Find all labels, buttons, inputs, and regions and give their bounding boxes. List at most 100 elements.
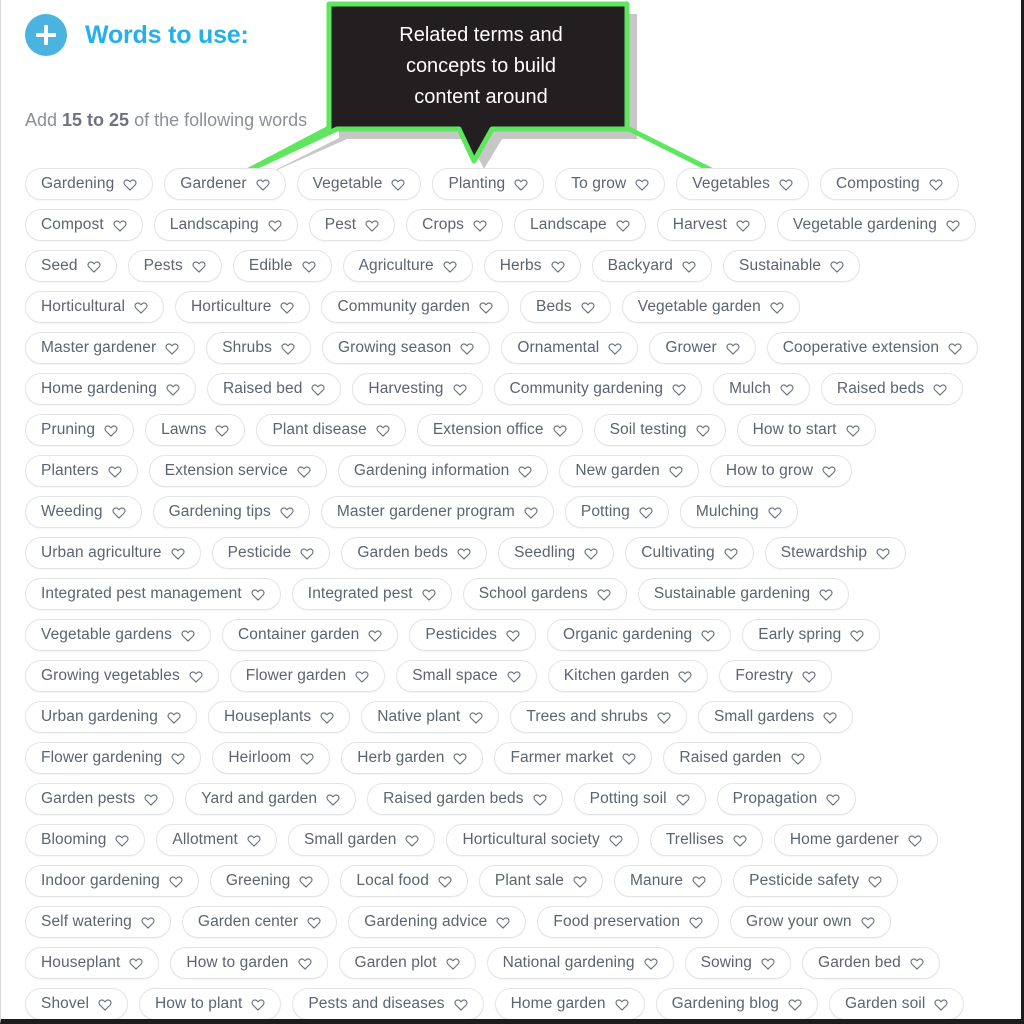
heart-outline-icon[interactable] <box>657 710 671 724</box>
heart-outline-icon[interactable] <box>376 423 390 437</box>
keyword-tag[interactable]: Garden bed <box>802 947 940 979</box>
keyword-tag[interactable]: Trellises <box>649 824 763 856</box>
heart-outline-icon[interactable] <box>933 382 947 396</box>
heart-outline-icon[interactable] <box>929 177 943 191</box>
keyword-tag[interactable]: Integrated pest <box>291 578 452 610</box>
heart-outline-icon[interactable] <box>946 218 960 232</box>
heart-outline-icon[interactable] <box>391 177 406 191</box>
keyword-tag[interactable]: Home gardening <box>25 373 196 405</box>
keyword-tag[interactable]: Landscape <box>514 209 646 241</box>
keyword-tag[interactable]: Gardening blog <box>655 988 819 1019</box>
heart-outline-icon[interactable] <box>446 956 460 970</box>
keyword-tag[interactable]: Container garden <box>221 619 399 651</box>
keyword-tag[interactable]: Beds <box>520 291 611 323</box>
keyword-tag[interactable]: Plant disease <box>256 414 406 446</box>
keyword-tag[interactable]: Organic gardening <box>547 619 732 651</box>
heart-outline-icon[interactable] <box>299 874 313 888</box>
keyword-tag[interactable]: Local food <box>340 865 468 897</box>
heart-outline-icon[interactable] <box>692 874 706 888</box>
keyword-tag[interactable]: Community garden <box>321 291 510 323</box>
keyword-tag[interactable]: Flower garden <box>229 660 386 692</box>
heart-outline-icon[interactable] <box>281 341 295 355</box>
heart-outline-icon[interactable] <box>268 218 282 232</box>
keyword-tag[interactable]: Composting <box>819 168 959 200</box>
keyword-tag[interactable]: Garden pests <box>25 783 175 815</box>
heart-outline-icon[interactable] <box>453 751 468 765</box>
keyword-tag[interactable]: How to start <box>736 414 876 446</box>
keyword-tag[interactable]: Kitchen garden <box>547 660 709 692</box>
heart-outline-icon[interactable] <box>192 259 206 273</box>
heart-outline-icon[interactable] <box>112 505 126 519</box>
keyword-tag[interactable]: Vegetable gardens <box>25 619 211 651</box>
heart-outline-icon[interactable] <box>876 546 890 560</box>
keyword-tag[interactable]: Ornamental <box>501 332 639 364</box>
heart-outline-icon[interactable] <box>87 259 101 273</box>
keyword-tag[interactable]: Growing season <box>321 332 491 364</box>
heart-outline-icon[interactable] <box>581 300 595 314</box>
keyword-tag[interactable]: Vegetable <box>296 168 422 200</box>
keyword-tag[interactable]: Gardener <box>164 168 286 200</box>
keyword-tag[interactable]: Herbs <box>483 250 581 282</box>
heart-outline-icon[interactable] <box>678 669 692 683</box>
keyword-tag[interactable]: Shovel <box>25 988 128 1019</box>
keyword-tag[interactable]: Vegetable garden <box>621 291 800 323</box>
heart-outline-icon[interactable] <box>469 710 483 724</box>
keyword-tag[interactable]: Grower <box>649 332 756 364</box>
keyword-tag[interactable]: Propagation <box>716 783 857 815</box>
heart-outline-icon[interactable] <box>850 628 864 642</box>
heart-outline-icon[interactable] <box>454 997 468 1011</box>
keyword-tag[interactable]: Vegetables <box>676 168 809 200</box>
keyword-tag[interactable]: Home garden <box>494 988 645 1019</box>
keyword-tag[interactable]: Cooperative extension <box>766 332 979 364</box>
heart-outline-icon[interactable] <box>307 915 321 929</box>
keyword-tag[interactable]: Greening <box>209 865 330 897</box>
keyword-tag[interactable]: Houseplant <box>25 947 160 979</box>
heart-outline-icon[interactable] <box>788 997 802 1011</box>
heart-outline-icon[interactable] <box>326 792 340 806</box>
keyword-tag[interactable]: Forestry <box>719 660 833 692</box>
heart-outline-icon[interactable] <box>616 218 630 232</box>
heart-outline-icon[interactable] <box>597 587 611 601</box>
keyword-tag[interactable]: Extension office <box>416 414 583 446</box>
heart-outline-icon[interactable] <box>802 669 816 683</box>
keyword-tag[interactable]: Farmer market <box>494 742 653 774</box>
keyword-tag[interactable]: Backyard <box>591 250 713 282</box>
keyword-tag[interactable]: Pest <box>308 209 396 241</box>
keyword-tag[interactable]: Flower gardening <box>25 742 202 774</box>
heart-outline-icon[interactable] <box>701 628 715 642</box>
keyword-tag[interactable]: How to garden <box>170 947 328 979</box>
heart-outline-icon[interactable] <box>280 505 294 519</box>
keyword-tag[interactable]: Agriculture <box>342 250 473 282</box>
keyword-tag[interactable]: Horticultural <box>25 291 164 323</box>
heart-outline-icon[interactable] <box>823 710 837 724</box>
heart-outline-icon[interactable] <box>689 915 703 929</box>
heart-outline-icon[interactable] <box>355 669 369 683</box>
heart-outline-icon[interactable] <box>819 587 833 601</box>
heart-outline-icon[interactable] <box>780 382 794 396</box>
keyword-tag[interactable]: Pests and diseases <box>292 988 484 1019</box>
heart-outline-icon[interactable] <box>573 874 587 888</box>
keyword-tag[interactable]: New garden <box>559 455 699 487</box>
heart-outline-icon[interactable] <box>141 915 155 929</box>
heart-outline-icon[interactable] <box>514 177 528 191</box>
heart-outline-icon[interactable] <box>551 259 565 273</box>
heart-outline-icon[interactable] <box>167 710 181 724</box>
heart-outline-icon[interactable] <box>300 751 314 765</box>
keyword-tag[interactable]: Urban gardening <box>25 701 197 733</box>
keyword-tag[interactable]: School gardens <box>462 578 627 610</box>
heart-outline-icon[interactable] <box>457 546 471 560</box>
keyword-tag[interactable]: Community gardening <box>493 373 703 405</box>
keyword-tag[interactable]: Food preservation <box>537 906 720 938</box>
heart-outline-icon[interactable] <box>123 177 137 191</box>
heart-outline-icon[interactable] <box>724 546 738 560</box>
heart-outline-icon[interactable] <box>910 956 924 970</box>
keyword-tag[interactable]: Planting <box>432 168 545 200</box>
heart-outline-icon[interactable] <box>247 833 261 847</box>
keyword-tag[interactable]: Small gardens <box>697 701 854 733</box>
keyword-tag[interactable]: Pesticide <box>211 537 331 569</box>
heart-outline-icon[interactable] <box>770 300 784 314</box>
heart-outline-icon[interactable] <box>134 300 148 314</box>
keyword-tag[interactable]: Potting soil <box>573 783 706 815</box>
keyword-tag[interactable]: Stewardship <box>764 537 907 569</box>
heart-outline-icon[interactable] <box>790 751 805 765</box>
